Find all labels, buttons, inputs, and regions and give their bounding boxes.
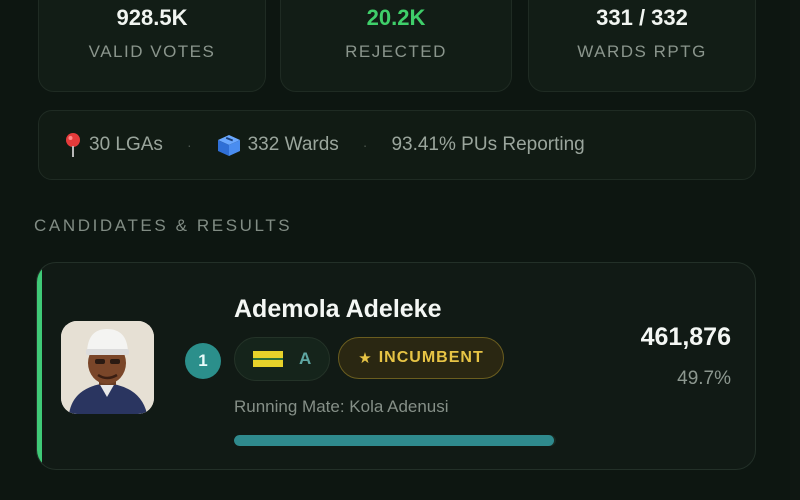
candidate-name: Ademola Adeleke xyxy=(234,295,442,323)
candidate-card[interactable]: 1 Ademola Adeleke A ★ INCUMBENT Running … xyxy=(36,262,756,470)
reporting-info: 93.41% PUs Reporting xyxy=(391,134,584,156)
stats-row: 928.5K VALID VOTES 20.2K REJECTED 331 / … xyxy=(38,0,756,92)
stat-card-valid-votes: 928.5K VALID VOTES xyxy=(38,0,266,92)
candidate-accent-bar xyxy=(37,263,42,469)
stat-card-wards-reporting: 331 / 332 WARDS RPTG xyxy=(528,0,756,92)
stat-label: VALID VOTES xyxy=(88,42,216,61)
vote-share-fill xyxy=(234,435,555,446)
stat-value: 928.5K xyxy=(116,5,188,30)
separator-dot: · xyxy=(186,137,192,153)
stat-value: 20.2K xyxy=(366,5,426,30)
party-flag-icon xyxy=(253,351,283,367)
person-portrait-icon xyxy=(61,321,154,414)
ballot-box-icon xyxy=(217,135,240,156)
lgas-info: 30 LGAs xyxy=(63,132,163,158)
party-code: A xyxy=(299,349,312,368)
lgas-text: 30 LGAs xyxy=(89,134,163,155)
incumbent-label: INCUMBENT xyxy=(378,349,484,366)
wards-text: 332 Wards xyxy=(247,134,339,155)
star-icon: ★ xyxy=(358,350,373,367)
section-title: CANDIDATES & RESULTS xyxy=(34,216,293,235)
vote-share-bar xyxy=(234,435,556,446)
separator-dot: · xyxy=(362,137,368,153)
party-badge: A xyxy=(234,337,330,381)
incumbent-badge: ★ INCUMBENT xyxy=(338,337,504,379)
stat-label: REJECTED xyxy=(345,42,447,61)
coverage-info-bar: 30 LGAs · 332 Wards · 93.41% PUs Reporti… xyxy=(38,110,756,180)
wards-info: 332 Wards xyxy=(216,133,339,157)
running-mate: Running Mate: Kola Adenusi xyxy=(234,397,449,416)
candidate-percent: 49.7% xyxy=(677,368,731,389)
map-pin-icon xyxy=(66,133,80,157)
rank-badge: 1 xyxy=(185,343,221,379)
reporting-text: 93.41% PUs Reporting xyxy=(391,134,585,155)
candidate-avatar xyxy=(61,321,154,414)
stat-label: WARDS RPTG xyxy=(577,42,707,61)
stat-card-rejected: 20.2K REJECTED xyxy=(280,0,512,92)
stat-value: 331 / 332 xyxy=(596,5,688,30)
scrollbar[interactable] xyxy=(790,0,800,500)
candidate-votes: 461,876 xyxy=(640,323,731,351)
